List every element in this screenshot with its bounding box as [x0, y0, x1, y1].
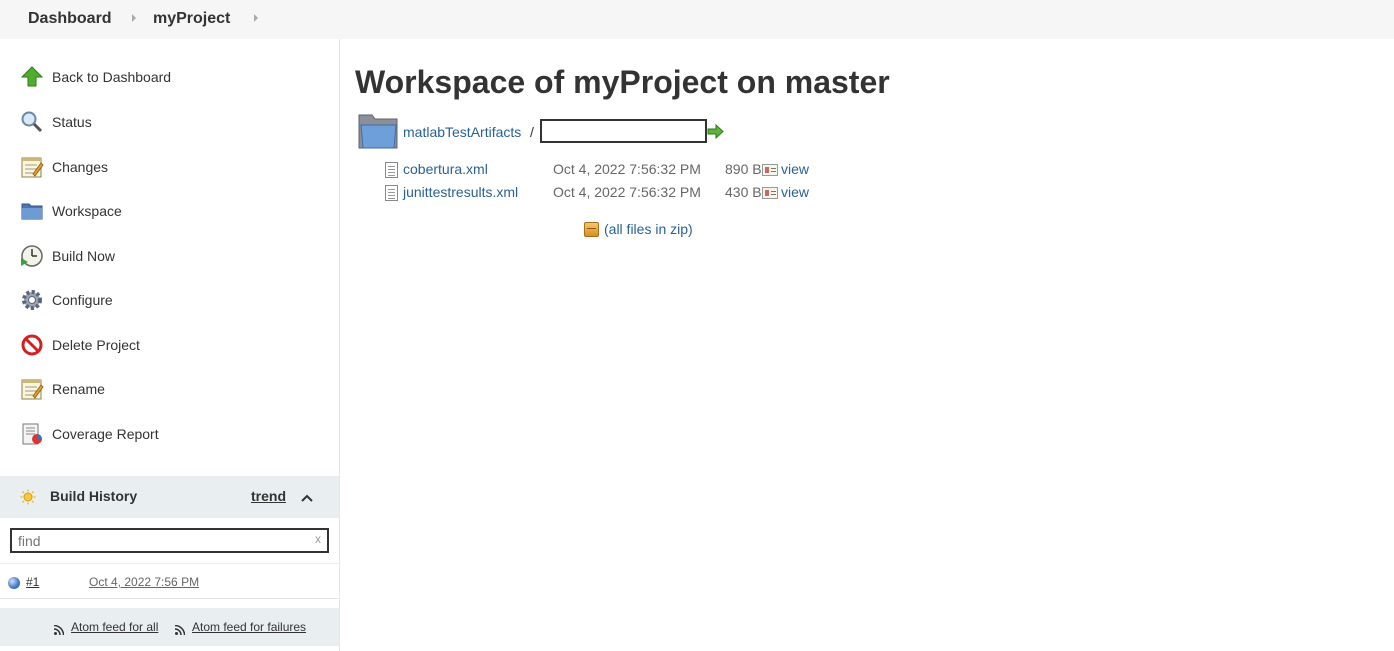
no-entry-icon: [20, 333, 44, 357]
view-link[interactable]: view: [781, 161, 809, 177]
task-label: Back to Dashboard: [52, 69, 172, 85]
task-workspace[interactable]: Workspace: [20, 198, 122, 224]
build-history-header: Build History trend: [0, 476, 339, 518]
task-label: Delete Project: [52, 337, 140, 353]
file-row: cobertura.xml Oct 4, 2022 7:56:32 PM 890…: [385, 160, 885, 180]
clear-search-icon[interactable]: x: [315, 532, 321, 546]
file-row: junittestresults.xml Oct 4, 2022 7:56:32…: [385, 183, 885, 203]
folder-icon: [358, 112, 398, 150]
file-date: Oct 4, 2022 7:56:32 PM: [553, 184, 701, 200]
zip-icon: [584, 222, 599, 237]
file-size: 430 B: [725, 184, 762, 200]
page-title: Workspace of myProject on master: [355, 64, 890, 100]
task-label: Workspace: [52, 203, 122, 219]
file-date: Oct 4, 2022 7:56:32 PM: [553, 161, 701, 177]
task-label: Configure: [52, 292, 113, 308]
rss-icon: [53, 622, 65, 636]
go-arrow-icon[interactable]: [707, 123, 724, 140]
view-icon: [762, 164, 778, 176]
build-status-ball-icon: [8, 577, 20, 589]
task-changes[interactable]: Changes: [20, 154, 108, 180]
chevron-up-icon[interactable]: [300, 490, 314, 502]
file-icon: [385, 185, 398, 201]
workspace-path-link[interactable]: matlabTestArtifacts: [403, 124, 521, 140]
file-name-link[interactable]: cobertura.xml: [403, 161, 488, 177]
build-search-input[interactable]: [10, 528, 329, 553]
rss-icon: [174, 622, 186, 636]
feed-bar: Atom feed for all Atom feed for failures: [0, 608, 339, 646]
task-back-to-dashboard[interactable]: Back to Dashboard: [20, 64, 171, 90]
build-number-link[interactable]: #1: [26, 575, 39, 589]
folder-icon: [20, 199, 44, 223]
breadcrumb-bar: Dashboard myProject: [0, 0, 1394, 39]
task-build-now[interactable]: Build Now: [20, 243, 115, 269]
breadcrumb-dashboard[interactable]: Dashboard: [28, 10, 112, 28]
task-coverage-report[interactable]: Coverage Report: [20, 421, 159, 447]
task-label: Coverage Report: [52, 426, 159, 442]
atom-feed-all-link[interactable]: Atom feed for all: [71, 620, 158, 634]
gear-icon: [20, 288, 44, 312]
main-panel: Workspace of myProject on master matlabT…: [340, 39, 1394, 651]
task-configure[interactable]: Configure: [20, 287, 113, 313]
magnifier-icon: [20, 110, 44, 134]
task-delete-project[interactable]: Delete Project: [20, 332, 140, 358]
task-label: Changes: [52, 159, 109, 175]
task-label: Rename: [52, 381, 105, 397]
breadcrumb-chevron-icon[interactable]: [254, 14, 258, 22]
breadcrumb-chevron-icon[interactable]: [132, 14, 136, 22]
build-date-link[interactable]: Oct 4, 2022 7:56 PM: [89, 575, 199, 589]
build-search: x: [0, 518, 339, 564]
view-link[interactable]: view: [781, 184, 809, 200]
report-icon: [20, 422, 44, 446]
task-label: Build Now: [52, 248, 116, 264]
notepad-icon: [20, 155, 44, 179]
task-status[interactable]: Status: [20, 109, 92, 135]
up-arrow-icon: [20, 65, 44, 89]
file-icon: [385, 162, 398, 178]
path-separator: /: [530, 124, 534, 140]
sidebar: Back to Dashboard Status Changes Workspa…: [0, 39, 340, 651]
notepad-icon: [20, 377, 44, 401]
file-name-link[interactable]: junittestresults.xml: [403, 184, 518, 200]
task-label: Status: [52, 114, 92, 130]
clock-icon: [20, 244, 44, 268]
task-rename[interactable]: Rename: [20, 376, 105, 402]
atom-feed-failures-link[interactable]: Atom feed for failures: [192, 620, 306, 634]
build-history-title: Build History: [50, 488, 138, 504]
file-size: 890 B: [725, 161, 762, 177]
path-input[interactable]: [540, 119, 707, 143]
sun-icon: [20, 489, 36, 505]
trend-link[interactable]: trend: [251, 488, 286, 504]
view-icon: [762, 187, 778, 199]
breadcrumb-project[interactable]: myProject: [153, 10, 230, 28]
build-row: #1 Oct 4, 2022 7:56 PM: [0, 564, 339, 599]
all-files-zip-link[interactable]: (all files in zip): [604, 221, 693, 237]
